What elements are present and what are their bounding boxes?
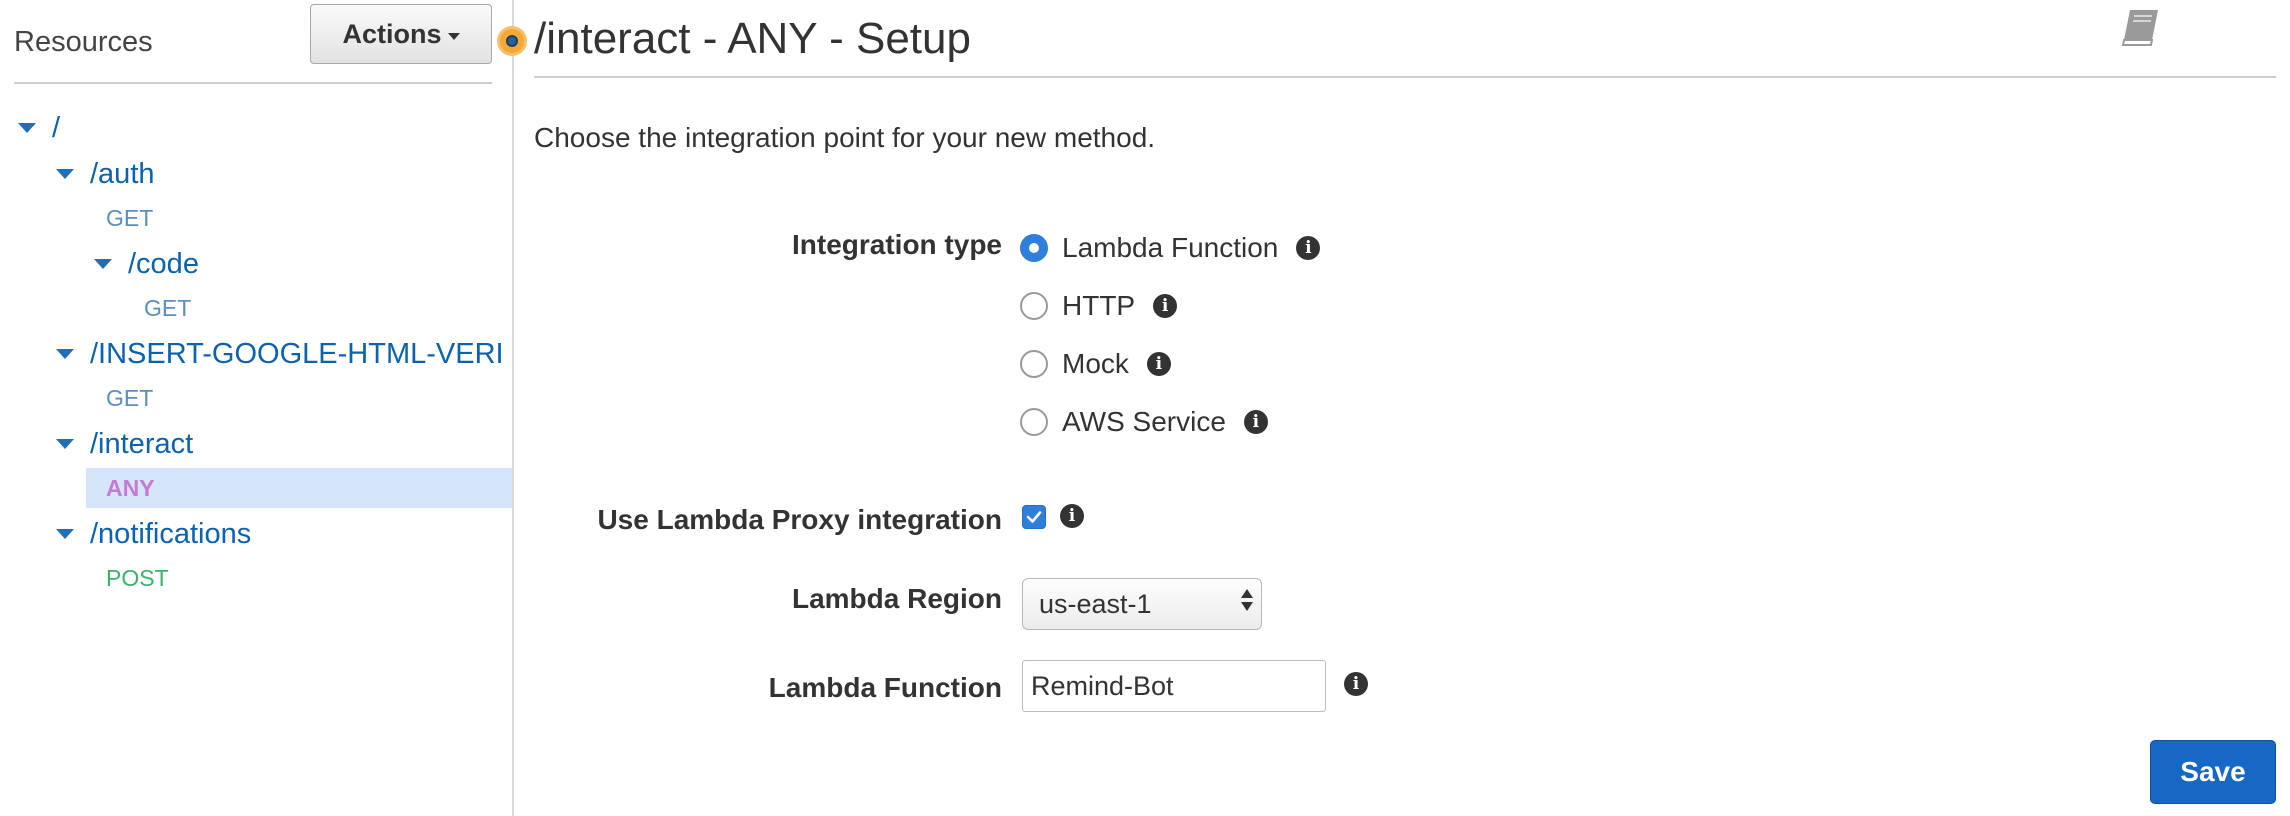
tree-item-root[interactable]: / (18, 106, 60, 150)
page-title: /interact - ANY - Setup (534, 14, 971, 63)
info-icon[interactable]: i (1344, 672, 1368, 696)
radio-aws-service[interactable]: AWS Service i (1020, 402, 1268, 442)
method-label[interactable]: GET (106, 385, 153, 412)
checkmark-icon (1026, 511, 1042, 523)
intro-text: Choose the integration point for your ne… (534, 122, 1156, 153)
tree-item-interact[interactable]: /interact (56, 422, 193, 466)
method-label[interactable]: POST (106, 565, 169, 592)
proxy-integration-checkbox[interactable] (1022, 505, 1046, 529)
method-label[interactable]: GET (106, 205, 153, 232)
method-label[interactable]: ANY (106, 475, 155, 502)
info-icon[interactable]: i (1060, 504, 1084, 528)
info-icon[interactable]: i (1153, 294, 1178, 318)
tree-item-auth-get[interactable]: GET (106, 196, 153, 240)
resource-path[interactable]: /INSERT-GOOGLE-HTML-VERI (90, 338, 504, 371)
select-value: us-east-1 (1039, 588, 1152, 619)
expand-caret-icon[interactable] (56, 349, 74, 359)
expand-caret-icon[interactable] (94, 259, 112, 269)
expand-caret-icon[interactable] (18, 123, 36, 133)
radio-button[interactable] (1020, 350, 1048, 378)
select-arrows-icon (1241, 589, 1253, 611)
tree-item-insert-google-get[interactable]: GET (106, 376, 153, 420)
radio-label[interactable]: AWS Service (1062, 406, 1226, 438)
panel-splitter[interactable] (512, 0, 514, 816)
info-icon[interactable]: i (1146, 352, 1171, 376)
lambda-region-label: Lambda Region (791, 583, 1002, 614)
divider (14, 82, 492, 84)
radio-label[interactable]: Mock (1062, 348, 1129, 380)
lambda-function-input[interactable] (1022, 660, 1326, 712)
radio-button[interactable] (1020, 408, 1048, 436)
radio-label[interactable]: HTTP (1062, 290, 1135, 322)
expand-caret-icon[interactable] (56, 169, 74, 179)
tree-item-auth[interactable]: /auth (56, 152, 155, 196)
resources-panel: Resources Actions / /auth GET /code GET … (0, 0, 512, 816)
lambda-function-label: Lambda Function (768, 672, 1002, 703)
info-icon[interactable]: i (1243, 410, 1268, 434)
resource-path[interactable]: /notifications (90, 518, 251, 551)
tree-item-insert-google[interactable]: /INSERT-GOOGLE-HTML-VERI (56, 332, 512, 376)
collapse-panel-handle[interactable] (497, 26, 527, 56)
tree-item-notifications-post[interactable]: POST (106, 556, 169, 600)
tree-item-interact-any[interactable]: ANY (106, 466, 155, 510)
tree-item-notifications[interactable]: /notifications (56, 512, 251, 556)
resource-path[interactable]: /interact (90, 428, 193, 461)
divider (534, 76, 2276, 78)
radio-button[interactable] (1020, 292, 1048, 320)
radio-button[interactable] (1020, 234, 1048, 262)
actions-dropdown-button[interactable]: Actions (310, 4, 492, 64)
lambda-region-select[interactable]: us-east-1 (1022, 578, 1262, 630)
expand-caret-icon[interactable] (56, 529, 74, 539)
info-icon[interactable]: i (1296, 236, 1321, 260)
actions-label: Actions (342, 18, 442, 49)
radio-label[interactable]: Lambda Function (1062, 232, 1278, 264)
radio-http[interactable]: HTTP i (1020, 286, 1178, 326)
resources-title: Resources (14, 26, 153, 58)
resource-path[interactable]: /auth (90, 158, 155, 191)
api-gateway-method-setup: Resources Actions / /auth GET /code GET … (0, 0, 2290, 816)
method-label[interactable]: GET (144, 295, 191, 322)
book-icon[interactable] (2118, 6, 2164, 55)
resource-path[interactable]: / (52, 112, 60, 145)
radio-lambda-function[interactable]: Lambda Function i (1020, 228, 1321, 268)
caret-down-icon (447, 32, 460, 40)
expand-caret-icon[interactable] (56, 439, 74, 449)
integration-type-label: Integration type (791, 229, 1002, 260)
tree-item-code[interactable]: /code (94, 242, 199, 286)
resource-path[interactable]: /code (128, 248, 199, 281)
radio-mock[interactable]: Mock i (1020, 344, 1171, 384)
save-button[interactable]: Save (2150, 740, 2276, 804)
proxy-integration-label: Use Lambda Proxy integration (597, 504, 1002, 535)
tree-item-code-get[interactable]: GET (144, 286, 191, 330)
